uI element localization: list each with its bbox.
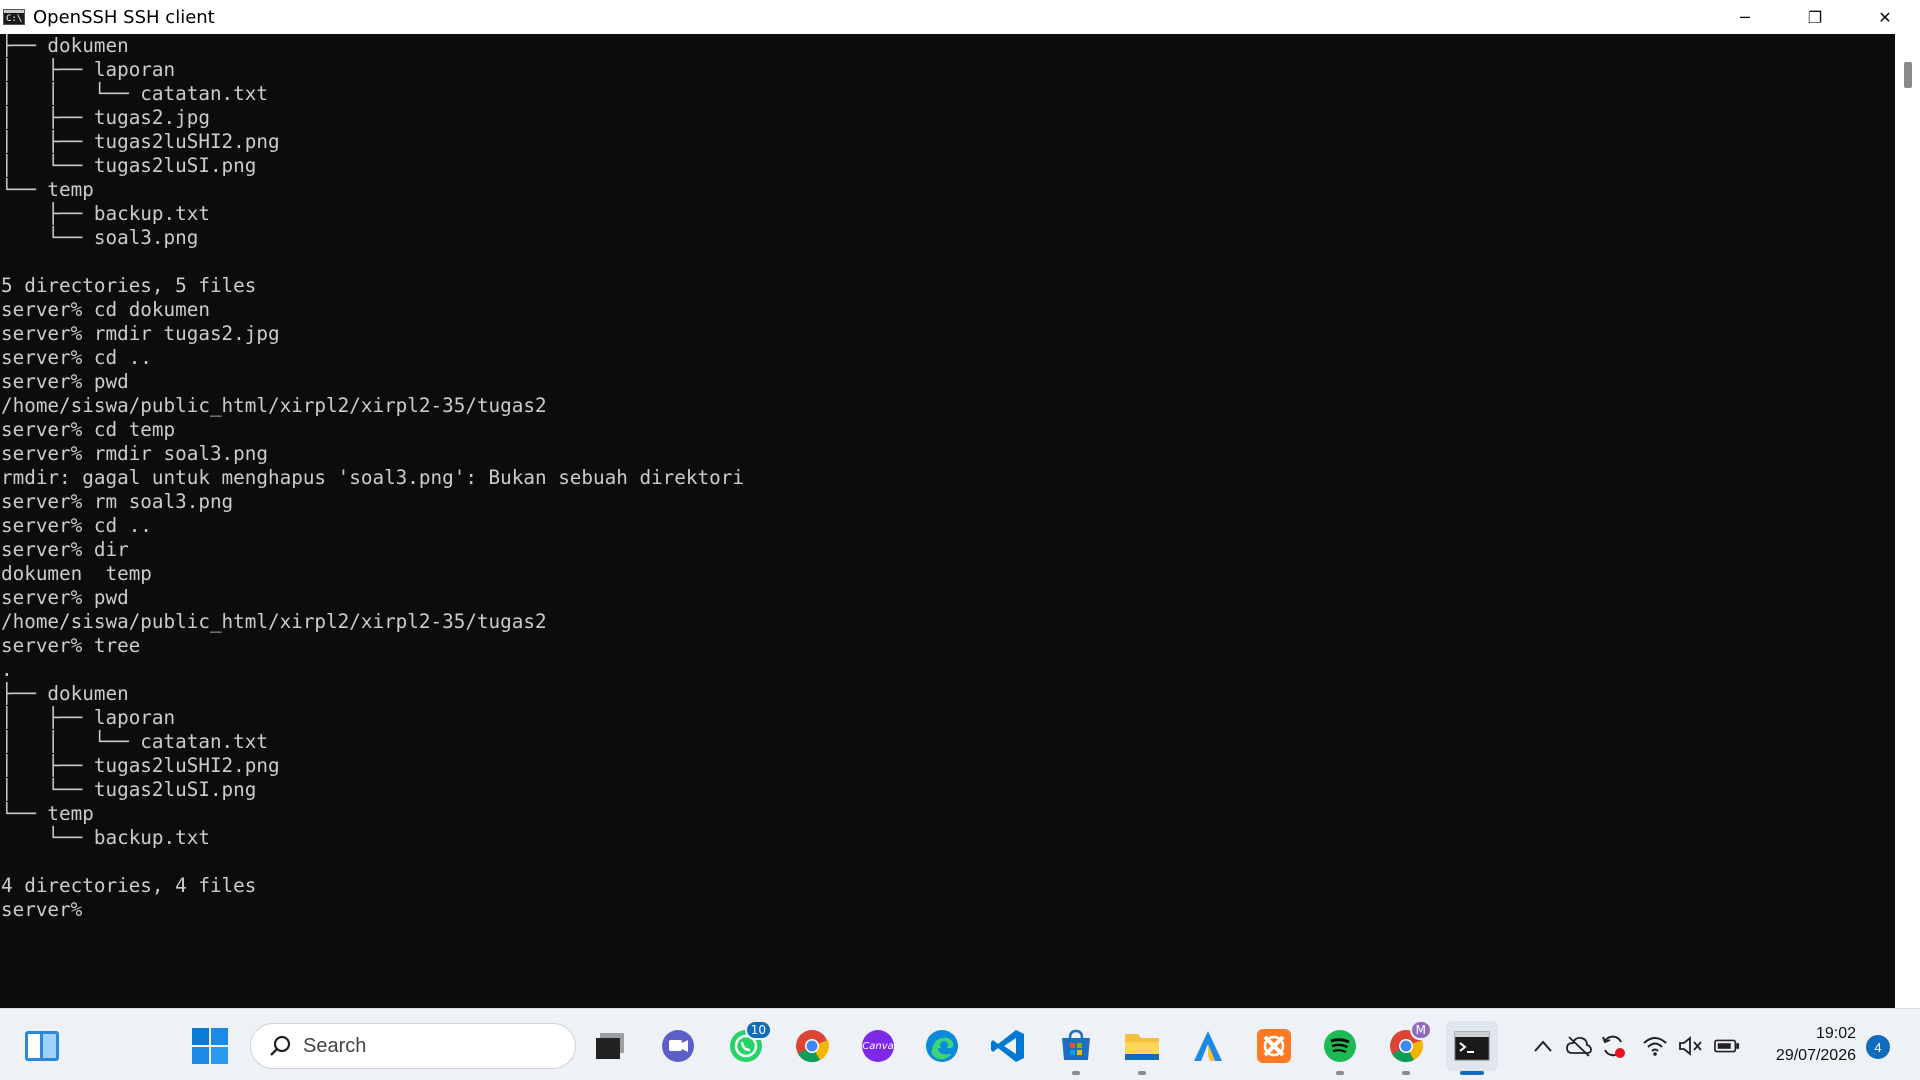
store-icon[interactable] [1056,1026,1096,1066]
explorer-running-indicator [1138,1071,1146,1075]
edge-icon[interactable] [922,1026,962,1066]
terminal-line: │ ├── laporan [1,706,176,729]
terminal-line: │ │ └── catatan.txt [1,730,268,753]
window-titlebar[interactable]: C:\ OpenSSH SSH client ─ ❐ ✕ [0,0,1920,34]
terminal-line: server% cd temp [1,418,176,441]
terminal-line: server% pwd [1,586,129,609]
terminal-line: server% tree [1,634,141,657]
vscode-icon[interactable] [988,1026,1028,1066]
terminal-line: server% rmdir soal3.png [1,442,268,465]
terminal-line: /home/siswa/public_html/xirpl2/xirpl2-35… [1,394,547,417]
terminal-line: server% cd dokumen [1,298,210,321]
terminal-line: └── soal3.png [1,226,199,249]
terminal-line: │ │ └── catatan.txt [1,82,268,105]
terminal-line: rmdir: gagal untuk menghapus 'soal3.png'… [1,466,744,489]
terminal-scrollbar[interactable] [1895,34,1920,1008]
search-input[interactable] [303,1034,553,1058]
minimize-button[interactable]: ─ [1710,0,1780,34]
terminal-app-icon: C:\ [3,9,25,25]
close-button[interactable]: ✕ [1850,0,1920,34]
a-app-icon[interactable] [1188,1026,1228,1066]
sync-icon[interactable] [1600,1033,1626,1059]
canva-icon[interactable]: Canva [858,1026,898,1066]
file-explorer-icon[interactable] [1122,1026,1162,1066]
notification-count-badge[interactable]: 4 [1866,1035,1890,1059]
terminal-line: ├── backup.txt [1,202,210,225]
terminal-line: │ ├── laporan [1,58,176,81]
terminal-line: │ └── tugas2luSI.png [1,154,257,177]
speaker-muted-icon[interactable] [1678,1033,1704,1059]
chrome-profile-badge: M [1409,1020,1432,1040]
clock-time: 19:02 [1815,1025,1856,1042]
search-icon [269,1035,291,1057]
terminal-line: ├── dokumen [1,34,129,57]
chrome-running-indicator [1402,1071,1410,1075]
clock-date: 29/07/2026 [1775,1047,1856,1064]
wifi-icon[interactable] [1642,1033,1668,1059]
taskbar-clock[interactable]: 19:02 29/07/2026 [1756,1023,1856,1067]
terminal-line: server% pwd [1,370,129,393]
terminal-line: └── temp [1,178,94,201]
chrome-icon[interactable] [792,1026,832,1066]
store-running-indicator [1072,1071,1080,1075]
terminal-line: server% cd .. [1,514,152,537]
terminal-line: └── backup.txt [1,826,210,849]
chrome-profile-icon[interactable]: M [1386,1020,1432,1066]
widgets-icon[interactable] [22,1026,62,1066]
taskbar: 10 Canva M [0,1008,1920,1080]
terminal-line: └── temp [1,802,94,825]
terminal-line: │ └── tugas2luSI.png [1,778,257,801]
terminal-active-indicator [1460,1071,1484,1075]
terminal-line: │ ├── tugas2luSHI2.png [1,130,280,153]
terminal-console[interactable]: ├── dokumen │ ├── laporan │ │ └── catatan.… [0,34,1895,1008]
terminal-line: . [1,658,13,681]
chat-icon[interactable] [658,1026,698,1066]
spotify-icon[interactable] [1320,1026,1360,1066]
terminal-line: server% rm soal3.png [1,490,234,513]
task-view-icon[interactable] [590,1026,630,1066]
xampp-icon[interactable] [1254,1026,1294,1066]
terminal-output: ├── dokumen │ ├── laporan │ │ └── catatan.… [0,34,1895,922]
whatsapp-badge: 10 [744,1020,772,1040]
start-windows-icon[interactable] [190,1026,230,1066]
terminal-line: server% [1,898,94,921]
terminal-line: │ ├── tugas2.jpg [1,106,210,129]
whatsapp-icon[interactable]: 10 [726,1020,772,1066]
terminal-line: /home/siswa/public_html/xirpl2/xirpl2-35… [1,610,547,633]
terminal-line: ├── dokumen [1,682,129,705]
chevron-up-icon[interactable] [1530,1033,1556,1059]
taskbar-search[interactable] [250,1023,576,1069]
terminal-line: 5 directories, 5 files [1,274,257,297]
scrollbar-thumb[interactable] [1904,62,1912,88]
window-controls: ─ ❐ ✕ [1710,0,1920,34]
terminal-line: dokumen temp [1,562,152,585]
canva-label: Canva [862,1040,894,1052]
terminal-line: server% cd .. [1,346,152,369]
terminal-taskbar-icon[interactable] [1446,1021,1498,1071]
terminal-line: server% rmdir tugas2.jpg [1,322,280,345]
cloud-off-icon[interactable] [1566,1033,1592,1059]
terminal-line: 4 directories, 4 files [1,874,257,897]
window-title: OpenSSH SSH client [33,6,215,28]
battery-icon[interactable] [1714,1033,1740,1059]
terminal-line: │ ├── tugas2luSHI2.png [1,754,280,777]
spotify-running-indicator [1336,1071,1344,1075]
restore-button[interactable]: ❐ [1780,0,1850,34]
terminal-line: server% dir [1,538,129,561]
